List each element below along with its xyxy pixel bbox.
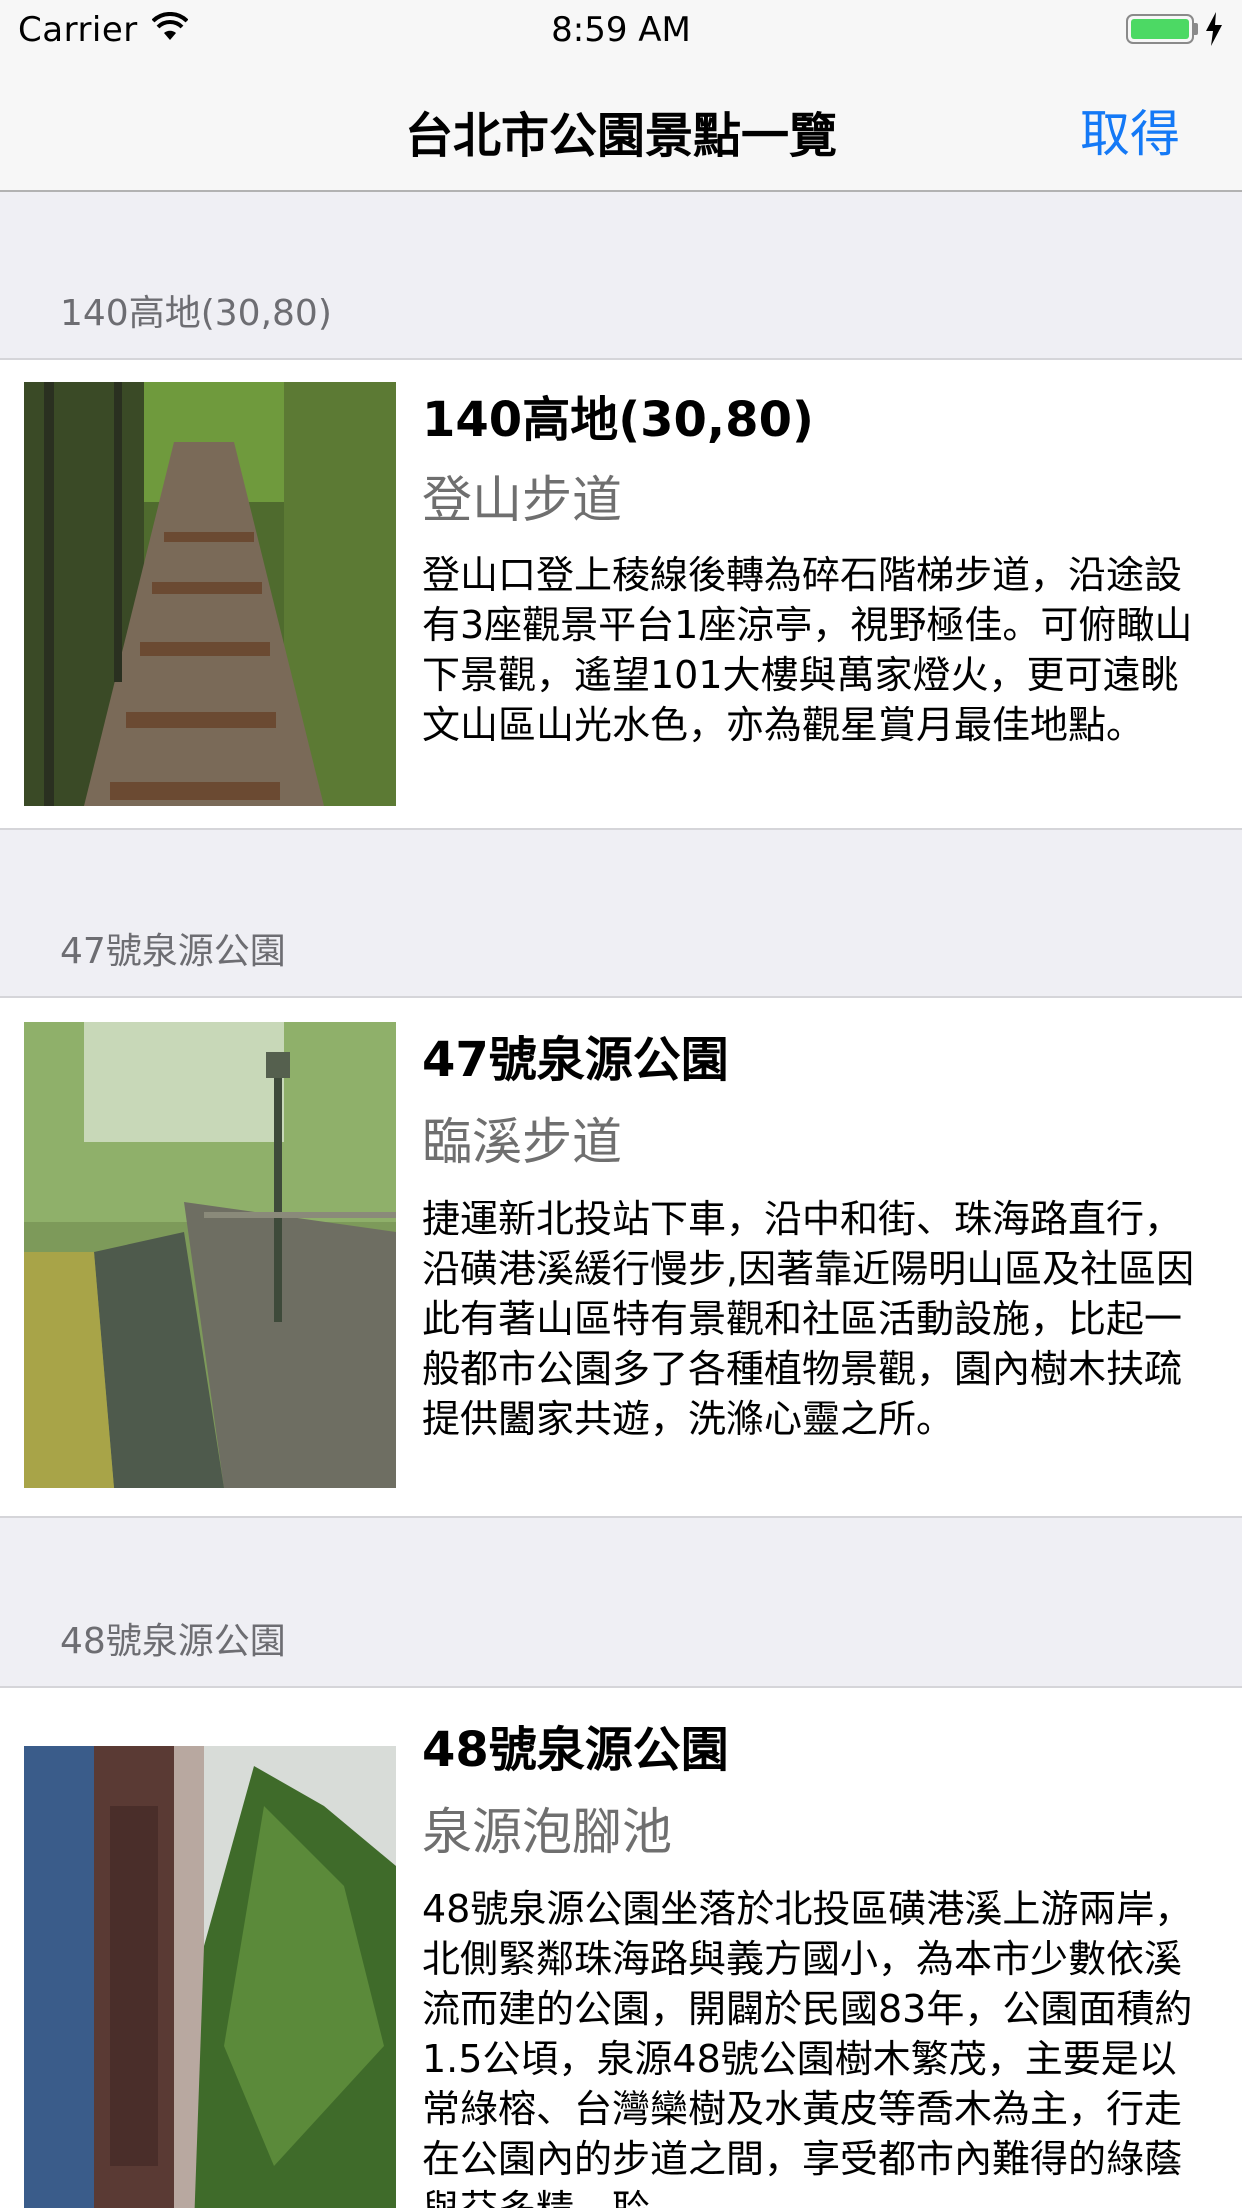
section-header-label: 48號泉源公園 [60, 1621, 286, 1662]
fetch-button[interactable]: 取得 [1080, 94, 1180, 166]
stone-stair-trail-photo [24, 382, 396, 806]
navigation-bar: 台北市公園景點一覽 取得 [0, 60, 1242, 192]
park-cell[interactable]: 48號泉源公園 泉源泡腳池 48號泉源公園坐落於北投區磺港溪上游兩岸，北側緊鄰珠… [0, 1688, 1242, 2208]
battery-tip [1194, 23, 1198, 35]
status-bar: Carrier 8:59 AM [0, 0, 1242, 60]
park-sign-and-tree-photo [24, 1746, 396, 2208]
park-cell[interactable]: 47號泉源公園 臨溪步道 捷運新北投站下車，沿中和街、珠海路直行，沿磺港溪緩行慢… [0, 998, 1242, 1518]
park-description: 登山口登上稜線後轉為碎石階梯步道，沿途設有3座觀景平台1座涼亭，視野極佳。可俯瞰… [422, 553, 1193, 747]
park-cell[interactable]: 140高地(30,80) 登山步道 登山口登上稜線後轉為碎石階梯步道，沿途設有3… [0, 360, 1242, 830]
park-category: 泉源泡腳池 [422, 1803, 672, 1861]
park-description: 48號泉源公園坐落於北投區磺港溪上游兩岸，北側緊鄰珠海路與義方國小，為本市少數依… [422, 1887, 1193, 2208]
park-photo [24, 1022, 396, 1488]
park-category: 臨溪步道 [422, 1113, 622, 1171]
battery-icon [1126, 14, 1194, 44]
charging-bolt-icon [1206, 12, 1222, 46]
section-header: 47號泉源公園 [0, 830, 1242, 998]
section-header: 48號泉源公園 [0, 1518, 1242, 1688]
stream-walkway-photo [24, 1022, 396, 1488]
clock: 8:59 AM [551, 10, 691, 50]
park-description: 捷運新北投站下車，沿中和街、珠海路直行，沿磺港溪緩行慢步,因著靠近陽明山區及社區… [422, 1197, 1195, 1441]
section-header: 140高地(30,80) [0, 192, 1242, 360]
section-header-label: 140高地(30,80) [60, 293, 332, 334]
park-name: 47號泉源公園 [422, 1032, 729, 1088]
page-title: 台北市公園景點一覽 [404, 108, 837, 164]
park-name: 140高地(30,80) [422, 392, 814, 448]
park-photo [24, 1746, 396, 2208]
park-photo [24, 382, 396, 806]
section-header-label: 47號泉源公園 [60, 931, 286, 972]
park-name: 48號泉源公園 [422, 1722, 729, 1778]
park-category: 登山步道 [422, 471, 622, 529]
